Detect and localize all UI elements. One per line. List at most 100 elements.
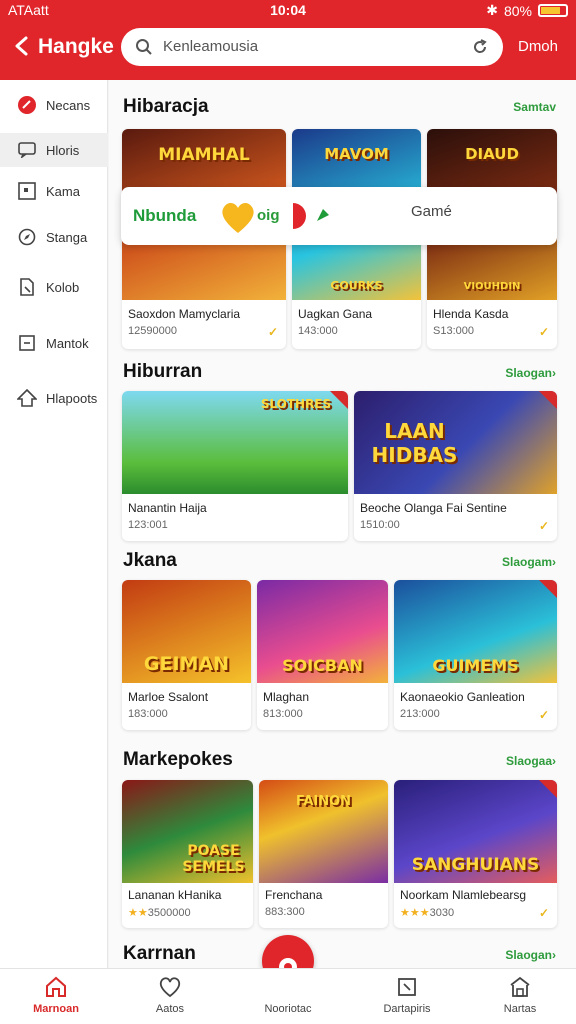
sidebar-item-label: Kolob	[46, 279, 80, 295]
bookmark-icon	[16, 276, 38, 298]
game-name: Marloe Ssalont	[128, 690, 209, 704]
game-card[interactable]: SLOTHRES Nanantin Haija 123:001	[122, 391, 348, 541]
game-card[interactable]: LAAN HIDBAS Beoche Olanga Fai Sentine 15…	[354, 391, 557, 541]
popup-game-button[interactable]: Gamé	[411, 203, 541, 231]
rating-stars: ★★	[128, 907, 148, 919]
game-price: 123:001	[128, 519, 168, 531]
game-card[interactable]: FAINON Frenchana 883:300	[259, 780, 388, 928]
game-name: Nanantin Haija	[128, 501, 207, 515]
section-see-all-link[interactable]: Slaogam›	[502, 555, 556, 569]
game-price: 1510:00	[360, 519, 400, 531]
nav-item-library[interactable]: Dartapiris	[357, 969, 457, 1024]
section-title: Hiburran	[123, 361, 203, 382]
game-price: 813:000	[263, 708, 303, 720]
game-art-title: GEIMAN	[143, 653, 230, 675]
store-icon	[510, 976, 530, 997]
game-thumbnail: LAAN HIDBAS	[354, 391, 557, 494]
game-card[interactable]: SOICBAN Mlaghan 813:000	[257, 580, 388, 730]
section-title: Jkana	[123, 550, 177, 571]
nav-label: Nooriotac	[264, 1003, 312, 1015]
popup-button-label: Gamé	[411, 203, 452, 220]
bottom-nav: Marnoan Aatos Nooriotac Dartapiris Narta…	[0, 968, 576, 1024]
rating-stars: ★★★	[400, 907, 430, 919]
nav-item-center[interactable]: Nooriotac	[238, 969, 338, 1024]
popup-text: Nbunda	[133, 206, 197, 225]
section-see-all-link[interactable]: Slaogan›	[505, 948, 556, 962]
game-art-title: SLOTHRES	[260, 397, 332, 411]
search-icon	[136, 39, 152, 55]
compass-icon	[16, 226, 38, 248]
sidebar-item-label: Necans	[46, 97, 91, 113]
game-price: ★★3500000	[128, 906, 191, 919]
game-card[interactable]: GUIMEMS Kaonaeokio Ganleation 213:000 ✓	[394, 580, 557, 730]
box-icon	[16, 332, 38, 354]
check-icon: ✓	[538, 708, 549, 722]
section-see-all-link[interactable]: Slaogan›	[505, 366, 556, 380]
corner-badge	[539, 391, 557, 409]
sidebar-item-mantok[interactable]: Mantok	[0, 326, 108, 360]
check-icon: ✓	[267, 325, 278, 339]
sidebar-item-hloris[interactable]: Hloris	[0, 133, 108, 167]
corner-badge	[539, 580, 557, 598]
check-icon: ✓	[538, 519, 549, 533]
game-art-title: SOICBAN	[282, 656, 363, 675]
game-thumbnail: POASE SEMELS	[122, 780, 253, 883]
game-card[interactable]: POASE SEMELS Lananan kHanika ★★3500000	[122, 780, 253, 928]
section-title: Markepokes	[123, 749, 233, 770]
app-title: Hangke	[38, 35, 114, 58]
game-art-title: LAAN HIDBAS	[371, 419, 458, 467]
sidebar-item-label: Hloris	[46, 142, 80, 158]
game-art-title: FAINON	[295, 794, 352, 809]
game-thumbnail: SOICBAN	[257, 580, 388, 683]
nav-item-home[interactable]: Marnoan	[6, 969, 106, 1024]
game-thumbnail: SANGHUIANS	[394, 780, 557, 883]
search-input[interactable]: Kenleamousia	[163, 38, 258, 55]
game-art-title: DIAUD	[465, 145, 519, 163]
heart-icon	[222, 202, 254, 233]
sidebar-item-hlapoots[interactable]: Hlapoots	[0, 381, 108, 415]
nav-item-favorites[interactable]: Aatos	[120, 969, 220, 1024]
badge-icon	[16, 94, 38, 116]
flag-icon	[293, 203, 329, 229]
section-see-all-link[interactable]: Slaogaa›	[506, 754, 556, 768]
game-name: Noorkam Nlamlebearsg	[400, 888, 527, 902]
sidebar-item-label: Mantok	[46, 335, 89, 351]
game-art-subtitle: GOURKS	[330, 279, 383, 292]
game-price-value: 3030	[429, 907, 455, 919]
game-name: Beoche Olanga Fai Sentine	[360, 501, 507, 515]
home-icon	[46, 976, 66, 997]
game-name: Frenchana	[265, 888, 323, 902]
game-card[interactable]: SANGHUIANS Noorkam Nlamlebearsg ★★★3030 …	[394, 780, 557, 928]
sidebar-item-kolob[interactable]: Kolob	[0, 270, 108, 304]
promo-popup[interactable]: Nbunda oig Gamé	[121, 187, 557, 245]
battery-percent: 80%	[503, 2, 532, 19]
cube-icon	[16, 387, 38, 409]
refresh-icon[interactable]	[471, 38, 489, 56]
game-thumbnail: GUIMEMS	[394, 580, 557, 683]
nav-item-store[interactable]: Nartas	[470, 969, 570, 1024]
back-icon[interactable]	[12, 35, 34, 57]
sidebar-item-necans[interactable]: Necans	[0, 88, 108, 122]
search-bar[interactable]: Kenleamousia	[121, 28, 503, 66]
heart-icon	[159, 977, 181, 998]
game-art-subtitle: VIOUHDIN	[463, 281, 521, 292]
game-price: 143:000	[298, 325, 338, 337]
game-card[interactable]: GEIMAN Marloe Ssalont 183:000	[122, 580, 251, 730]
sidebar-item-stanga[interactable]: Stanga	[0, 220, 108, 254]
section-title: Hibaracja	[123, 96, 209, 117]
header-action-button[interactable]: Dmoh	[518, 38, 558, 55]
battery-icon	[538, 4, 568, 17]
game-price-value: 3500000	[147, 907, 191, 919]
sidebar-item-kama[interactable]: Kama	[0, 174, 108, 208]
status-bar: ATAatt 10:04 ✱ 80%	[0, 0, 576, 22]
section-see-all-link[interactable]: Samtav	[513, 100, 556, 114]
check-icon: ✓	[538, 906, 549, 920]
game-name: Hlenda Kasda	[433, 307, 509, 321]
section-title: Karrnan	[123, 943, 196, 964]
game-name: Lananan kHanika	[128, 888, 222, 902]
corner-badge	[330, 391, 348, 409]
corner-badge	[539, 780, 557, 798]
message-icon	[16, 139, 38, 161]
game-art-title: MAVOM	[324, 145, 389, 163]
game-price: 12590000	[128, 325, 177, 337]
